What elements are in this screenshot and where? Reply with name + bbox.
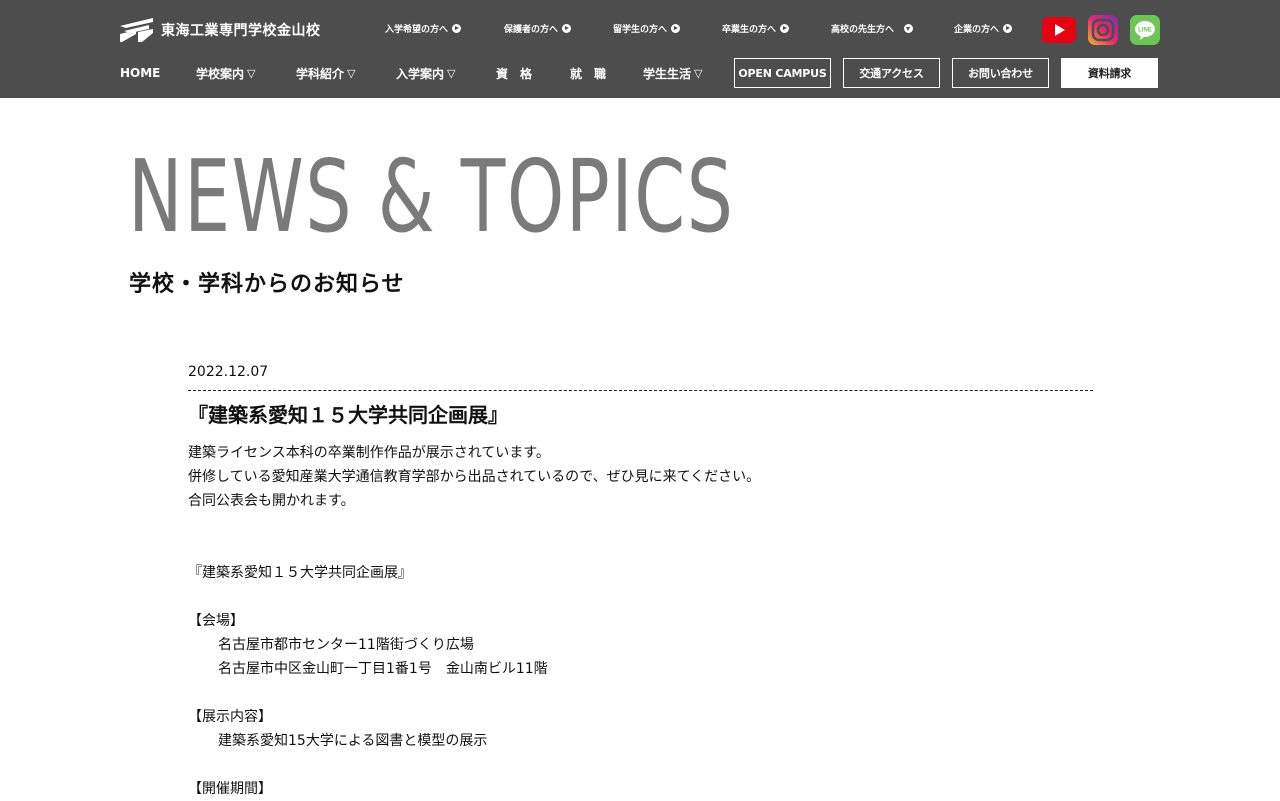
article-line: 合同公表会も開かれます。	[188, 493, 355, 509]
arrow-right-icon	[562, 24, 572, 33]
article-line: 併修している愛知産業大学通信教育学部から出品されているので、ぜひ見に来てください…	[188, 469, 761, 485]
chevron-down-icon: ▽	[447, 66, 456, 80]
article-divider	[188, 390, 1093, 391]
article-line	[188, 513, 1093, 537]
arrow-down-icon	[904, 24, 914, 33]
article-line: 【開催期間】	[188, 781, 272, 797]
article-line: 『建築系愛知１５大学共同企画展』	[188, 565, 412, 581]
contact-button[interactable]: お問い合わせ	[952, 58, 1049, 88]
nav-label: 就 職	[570, 66, 607, 81]
youtube-icon[interactable]	[1042, 17, 1076, 43]
article-line	[188, 537, 1093, 561]
line-icon[interactable]: LINE	[1130, 15, 1160, 45]
page-subtitle: 学校・学科からのお知らせ	[129, 272, 405, 297]
link-label: 卒業生の方へ	[722, 25, 777, 35]
article-body: 建築ライセンス本科の卒業制作作品が展示されています。 併修している愛知産業大学通…	[188, 441, 1093, 801]
link-graduates[interactable]: 卒業生の方へ	[722, 22, 790, 35]
article-line: 建築ライセンス本科の卒業制作作品が展示されています。	[188, 445, 550, 461]
nav-label: 学科紹介	[296, 66, 345, 81]
site-name: 東海工業専門学校金山校	[161, 23, 321, 39]
link-label: 保護者の方へ	[504, 25, 559, 35]
article-line	[188, 753, 1093, 777]
article-line: 建築系愛知15大学による図書と模型の展示	[218, 733, 488, 749]
request-brochure-button[interactable]: 資料請求	[1061, 58, 1158, 88]
access-button[interactable]: 交通アクセス	[843, 58, 940, 88]
news-article: 2022.12.07 『建築系愛知１５大学共同企画展』 建築ライセンス本科の卒業…	[188, 362, 1093, 801]
link-international-students[interactable]: 留学生の方へ	[613, 22, 681, 35]
link-label: 企業の方へ	[954, 25, 1000, 35]
nav-departments[interactable]: 学科紹介 ▽	[296, 58, 355, 88]
article-line	[188, 585, 1093, 609]
article-line: 【会場】	[188, 613, 244, 629]
article-line: 【展示内容】	[188, 709, 272, 725]
nav-label: HOME	[120, 66, 161, 80]
nav-label: 入学案内	[396, 66, 445, 81]
chevron-down-icon: ▽	[694, 66, 703, 80]
link-label: 高校の先生方へ	[831, 25, 895, 35]
nav-employment[interactable]: 就 職	[570, 58, 606, 88]
line-icon-text: LINE	[1138, 28, 1152, 34]
arrow-right-icon	[780, 24, 790, 33]
chevron-down-icon: ▽	[347, 66, 356, 80]
link-companies[interactable]: 企業の方へ	[954, 22, 1013, 35]
nav-label: 資 格	[496, 66, 533, 81]
arrow-right-icon	[452, 24, 462, 33]
instagram-icon[interactable]	[1088, 15, 1118, 45]
link-high-school-teachers[interactable]: 高校の先生方へ	[831, 22, 914, 35]
nav-student-life[interactable]: 学生生活 ▽	[643, 58, 702, 88]
open-campus-button[interactable]: OPEN CAMPUS	[734, 58, 831, 88]
nav-label: 学生生活	[643, 66, 692, 81]
arrow-right-icon	[671, 24, 681, 33]
chevron-down-icon: ▽	[247, 66, 256, 80]
link-parents[interactable]: 保護者の方へ	[504, 22, 572, 35]
main-nav: HOME 学校案内 ▽ 学科紹介 ▽ 入学案内 ▽ 資 格 就 職 学生生活 ▽…	[0, 58, 1280, 88]
article-line: 名古屋市中区金山町一丁目1番1号 金山南ビル11階	[218, 661, 548, 677]
article-line	[188, 681, 1093, 705]
link-label: 留学生の方へ	[613, 25, 668, 35]
site-header: 東海工業専門学校金山校 入学希望の方へ 保護者の方へ 留学生の方へ 卒業生の方へ…	[0, 0, 1280, 98]
site-logo[interactable]: 東海工業専門学校金山校	[120, 18, 321, 42]
school-logo-icon	[120, 18, 153, 42]
arrow-right-icon	[1003, 24, 1013, 33]
nav-label: 学校案内	[196, 66, 245, 81]
page-title: NEWS & TOPICS	[128, 138, 735, 255]
article-title: 『建築系愛知１５大学共同企画展』	[188, 403, 508, 427]
nav-admissions[interactable]: 入学案内 ▽	[396, 58, 455, 88]
link-prospective-students[interactable]: 入学希望の方へ	[385, 22, 462, 35]
article-line: 名古屋市都市センター11階街づくり広場	[218, 637, 474, 653]
nav-qualifications[interactable]: 資 格	[496, 58, 532, 88]
article-date: 2022.12.07	[188, 364, 269, 380]
link-label: 入学希望の方へ	[385, 25, 449, 35]
nav-home[interactable]: HOME	[120, 58, 160, 88]
nav-school-guide[interactable]: 学校案内 ▽	[196, 58, 255, 88]
